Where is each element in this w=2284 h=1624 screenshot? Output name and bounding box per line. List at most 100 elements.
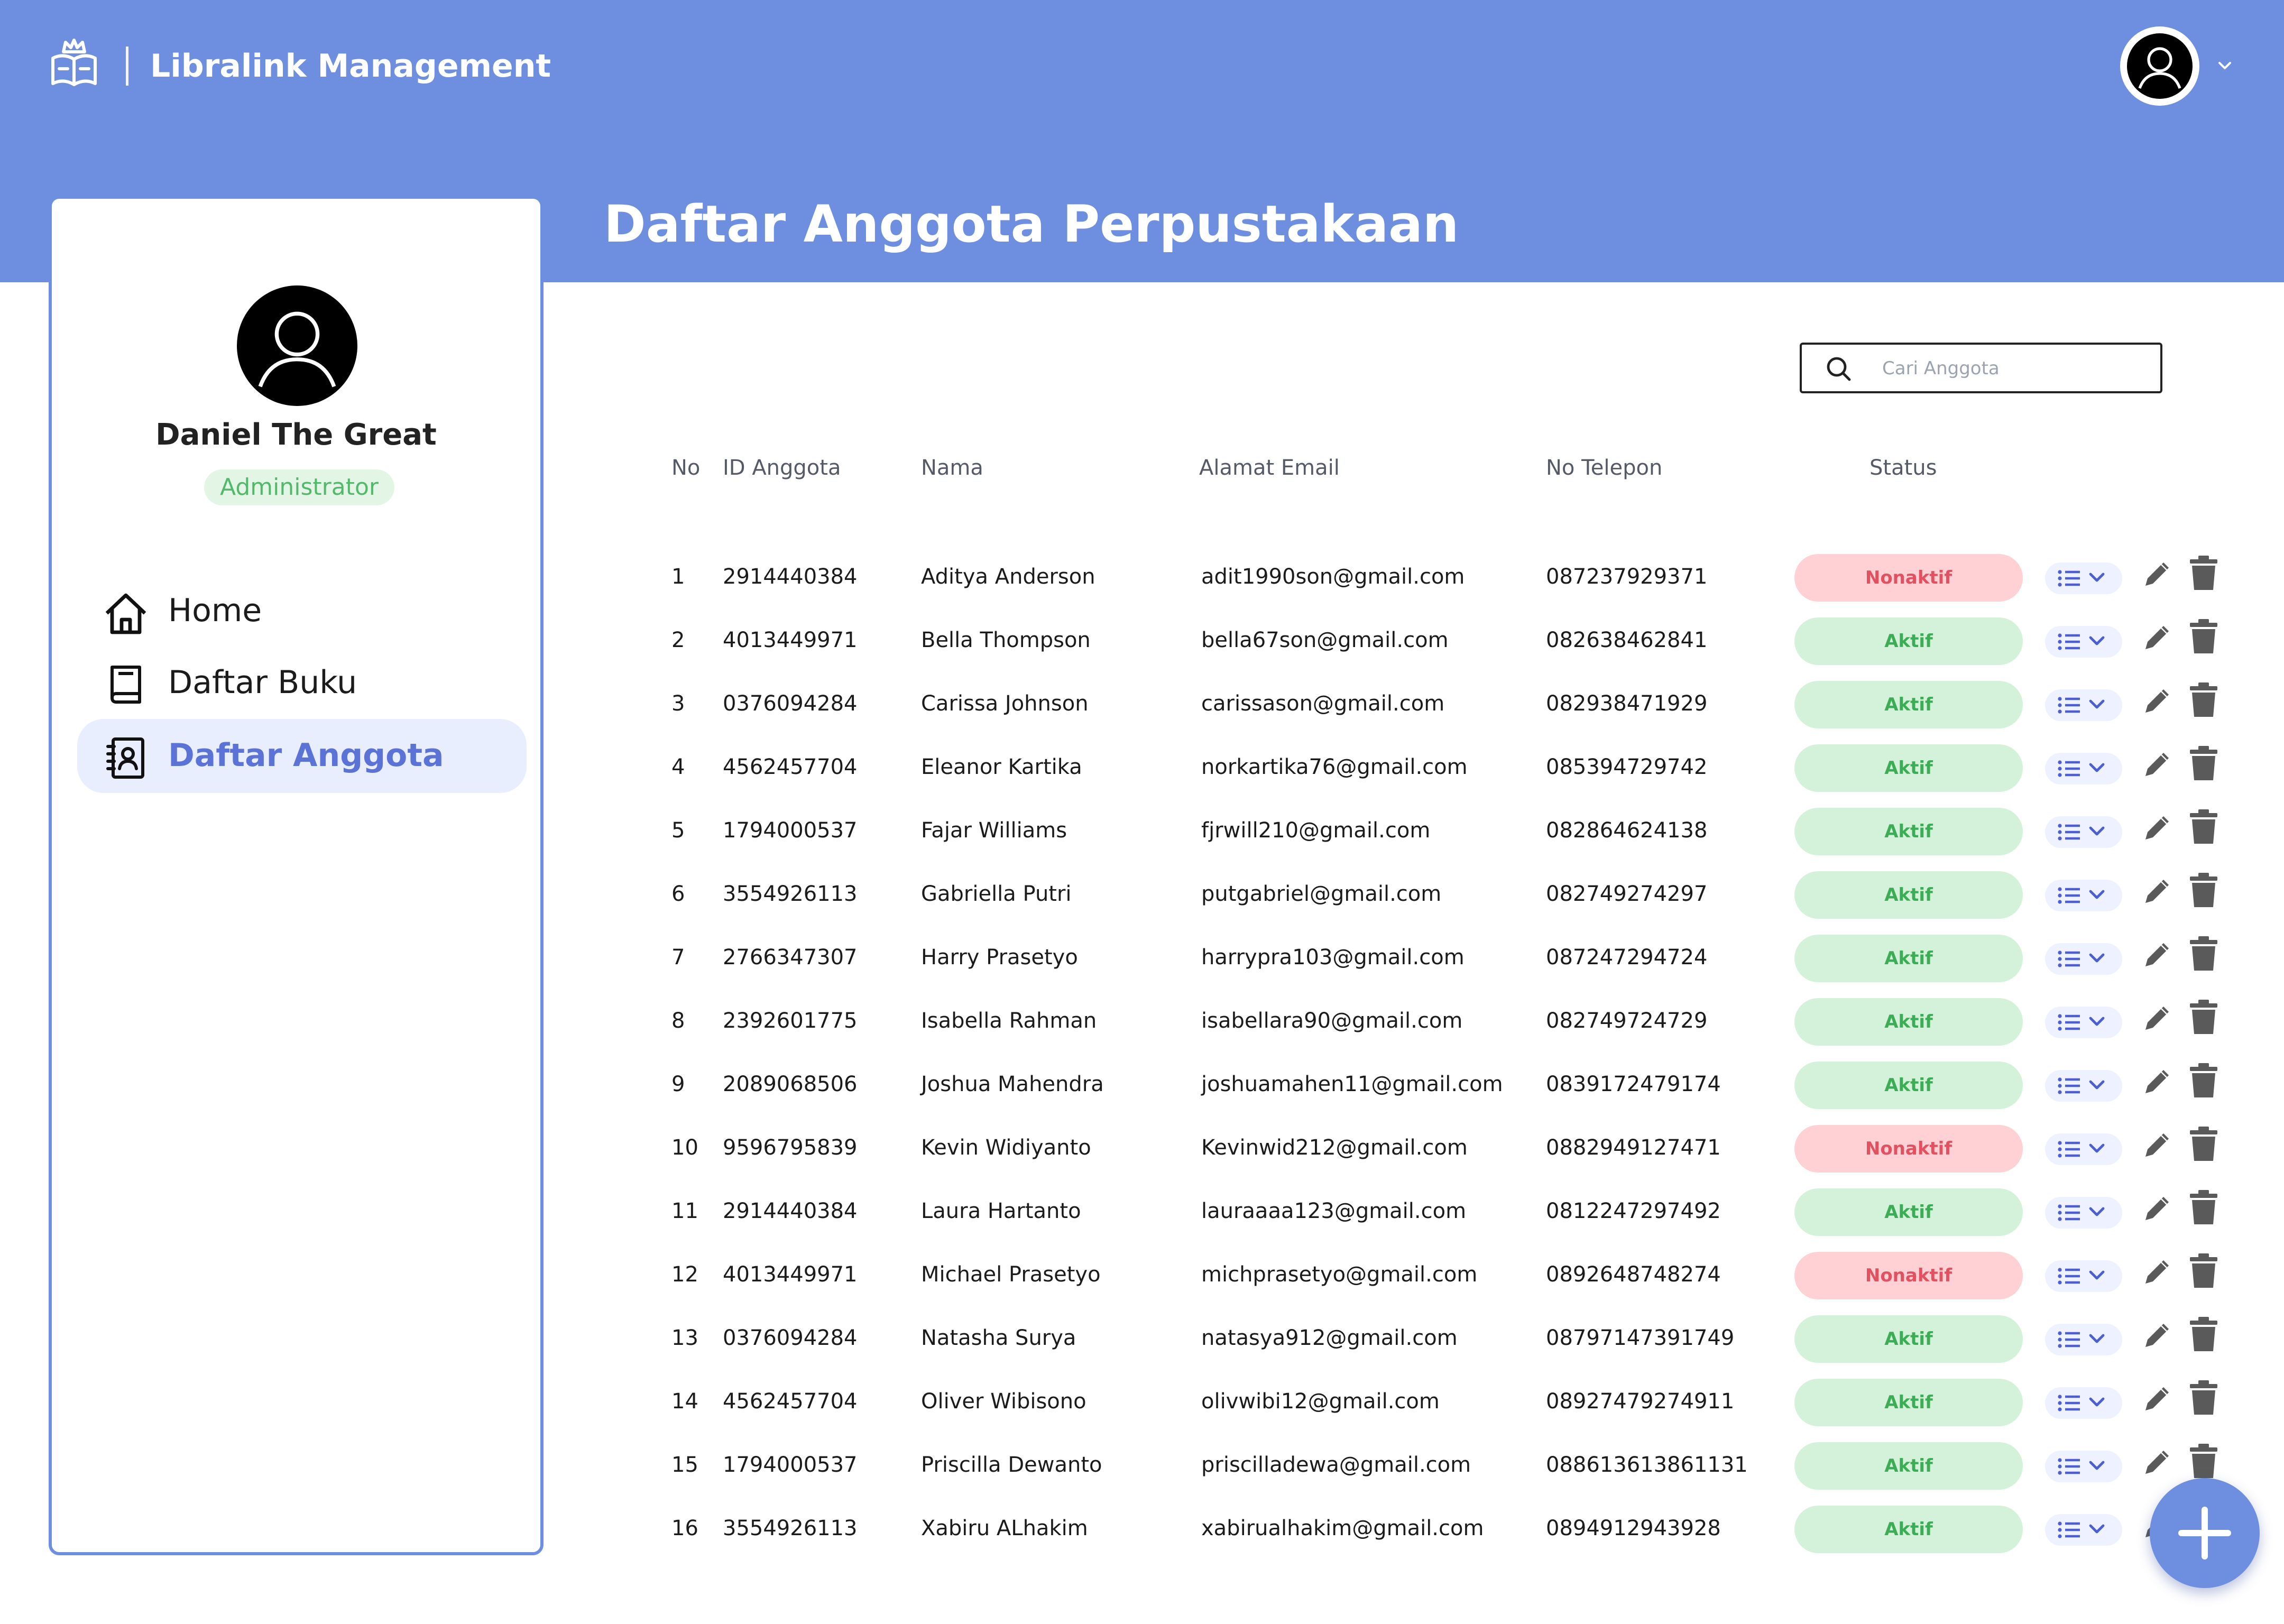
delete-button[interactable] [2189,936,2218,972]
delete-button[interactable] [2189,619,2218,654]
pencil-icon [2145,816,2169,839]
search-box[interactable] [1800,343,2162,393]
edit-button[interactable] [2141,1064,2175,1097]
row-menu-button[interactable] [2045,943,2122,975]
column-header-no: No [671,456,701,480]
column-header-name: Nama [921,456,983,480]
cell-email: putgabriel@gmail.com [1201,882,1442,906]
row-menu-button[interactable] [2045,1324,2122,1355]
trash-icon [2190,1317,2217,1351]
cell-no: 8 [671,1009,685,1033]
chevron-down-icon[interactable] [2216,57,2233,74]
table-row: 7 2766347307 Harry Prasetyo harrypra103@gma… [0,925,2284,989]
cell-no: 5 [671,818,685,843]
delete-button[interactable] [2189,745,2218,781]
edit-button[interactable] [2141,810,2175,844]
cell-name: Harry Prasetyo [921,945,1078,970]
cell-no: 6 [671,882,685,906]
row-menu-button[interactable] [2045,1514,2122,1546]
pencil-icon [2145,1133,2169,1157]
table-row: 10 9596795839 Kevin Widiyanto Kevinwid212@g… [0,1115,2284,1179]
delete-button[interactable] [2189,1063,2218,1099]
row-menu-button[interactable] [2045,1007,2122,1038]
cell-name: Gabriella Putri [921,882,1072,906]
edit-button[interactable] [2141,683,2175,717]
pencil-icon [2145,1387,2169,1410]
cell-id: 2914440384 [723,565,858,589]
edit-button[interactable] [2141,1254,2175,1288]
table-row: 3 0376094284 Carissa Johnson carissason@gma… [0,671,2284,735]
cell-no: 10 [671,1136,698,1160]
edit-button[interactable] [2141,937,2175,971]
row-menu-button[interactable] [2045,1260,2122,1292]
row-menu-button[interactable] [2045,1070,2122,1102]
edit-button[interactable] [2141,1317,2175,1351]
status-badge: Aktif [1794,935,2023,982]
edit-button[interactable] [2141,1127,2175,1161]
delete-button[interactable] [2189,1380,2218,1416]
search-input[interactable] [1881,352,2148,385]
trash-icon [2190,1063,2217,1097]
cell-email: Kevinwid212@gmail.com [1201,1136,1468,1160]
trash-icon [2190,873,2217,907]
delete-button[interactable] [2189,1443,2218,1479]
logo-divider [126,47,128,86]
user-avatar[interactable] [2120,26,2199,106]
row-menu-button[interactable] [2045,816,2122,848]
list-icon [2058,824,2105,841]
delete-button[interactable] [2189,1253,2218,1289]
cell-email: joshuamahen11@gmail.com [1201,1072,1503,1096]
edit-button[interactable] [2141,1381,2175,1415]
edit-button[interactable] [2141,873,2175,907]
delete-button[interactable] [2189,1316,2218,1352]
delete-button[interactable] [2189,999,2218,1035]
edit-button[interactable] [2141,1444,2175,1478]
table-row: 4 4562457704 Eleanor Kartika norkartika76@g… [0,735,2284,798]
edit-button[interactable] [2141,746,2175,780]
row-menu-button[interactable] [2045,562,2122,594]
delete-button[interactable] [2189,872,2218,908]
edit-button[interactable] [2141,1191,2175,1224]
cell-no: 7 [671,945,685,970]
cell-no: 13 [671,1326,698,1350]
row-menu-button[interactable] [2045,753,2122,785]
cell-phone: 08927479274911 [1546,1389,1735,1414]
row-menu-button[interactable] [2045,626,2122,658]
list-icon [2058,633,2105,650]
app-logo-icon [49,37,99,92]
status-badge: Aktif [1794,1315,2023,1363]
delete-button[interactable] [2189,555,2218,591]
status-badge: Nonaktif [1794,554,2023,602]
pencil-icon [2145,943,2169,966]
cell-no: 12 [671,1262,698,1287]
delete-button[interactable] [2189,682,2218,718]
add-member-button[interactable] [2150,1478,2260,1588]
cell-email: adit1990son@gmail.com [1201,565,1465,589]
edit-button[interactable] [2141,556,2175,590]
profile-avatar-icon [237,285,357,406]
cell-no: 1 [671,565,685,589]
row-menu-button[interactable] [2045,1451,2122,1482]
trash-icon [2190,746,2217,780]
plus-icon [2178,1507,2231,1560]
row-menu-button[interactable] [2045,1387,2122,1419]
row-menu-button[interactable] [2045,880,2122,911]
row-menu-button[interactable] [2045,689,2122,721]
cell-phone: 0812247297492 [1546,1199,1721,1223]
row-menu-button[interactable] [2045,1133,2122,1165]
cell-email: norkartika76@gmail.com [1201,755,1468,779]
status-badge: Aktif [1794,998,2023,1046]
table-row: 2 4013449971 Bella Thompson bella67son@gmai… [0,608,2284,671]
cell-email: michprasetyo@gmail.com [1201,1262,1478,1287]
row-menu-button[interactable] [2045,1197,2122,1229]
delete-button[interactable] [2189,1126,2218,1162]
cell-phone: 0882949127471 [1546,1136,1721,1160]
cell-name: Michael Prasetyo [921,1262,1101,1287]
cell-phone: 082638462841 [1546,628,1708,652]
delete-button[interactable] [2189,1189,2218,1225]
cell-id: 3554926113 [723,882,858,906]
edit-button[interactable] [2141,620,2175,653]
delete-button[interactable] [2189,809,2218,845]
table-row: 12 4013449971 Michael Prasetyo michprasetyo… [0,1242,2284,1306]
edit-button[interactable] [2141,1000,2175,1034]
